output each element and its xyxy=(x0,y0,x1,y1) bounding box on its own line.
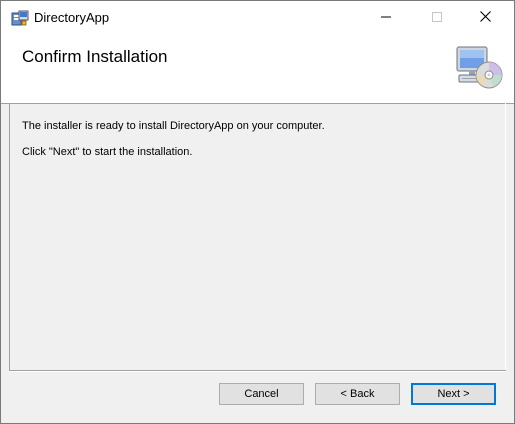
back-button[interactable]: < Back xyxy=(315,383,400,405)
next-instruction: Click "Next" to start the installation. xyxy=(22,146,193,158)
content-border-left xyxy=(9,103,10,371)
next-button[interactable]: Next > xyxy=(411,383,496,405)
ready-message: The installer is ready to install Direct… xyxy=(22,120,325,132)
maximize-icon xyxy=(414,1,460,32)
page-title: Confirm Installation xyxy=(22,47,168,66)
computer-cd-icon xyxy=(453,45,503,93)
footer-separator xyxy=(9,370,506,372)
window-title: DirectoryApp xyxy=(34,10,110,25)
wizard-header: Confirm Installation xyxy=(1,32,514,104)
content-border-right xyxy=(505,103,506,371)
installer-icon xyxy=(11,10,29,26)
title-bar[interactable]: DirectoryApp xyxy=(1,1,514,32)
minimize-icon[interactable] xyxy=(363,1,409,32)
cancel-button[interactable]: Cancel xyxy=(219,383,304,405)
installer-window: DirectoryApp Confirm Installation The in… xyxy=(0,0,515,424)
close-icon[interactable] xyxy=(462,1,508,32)
